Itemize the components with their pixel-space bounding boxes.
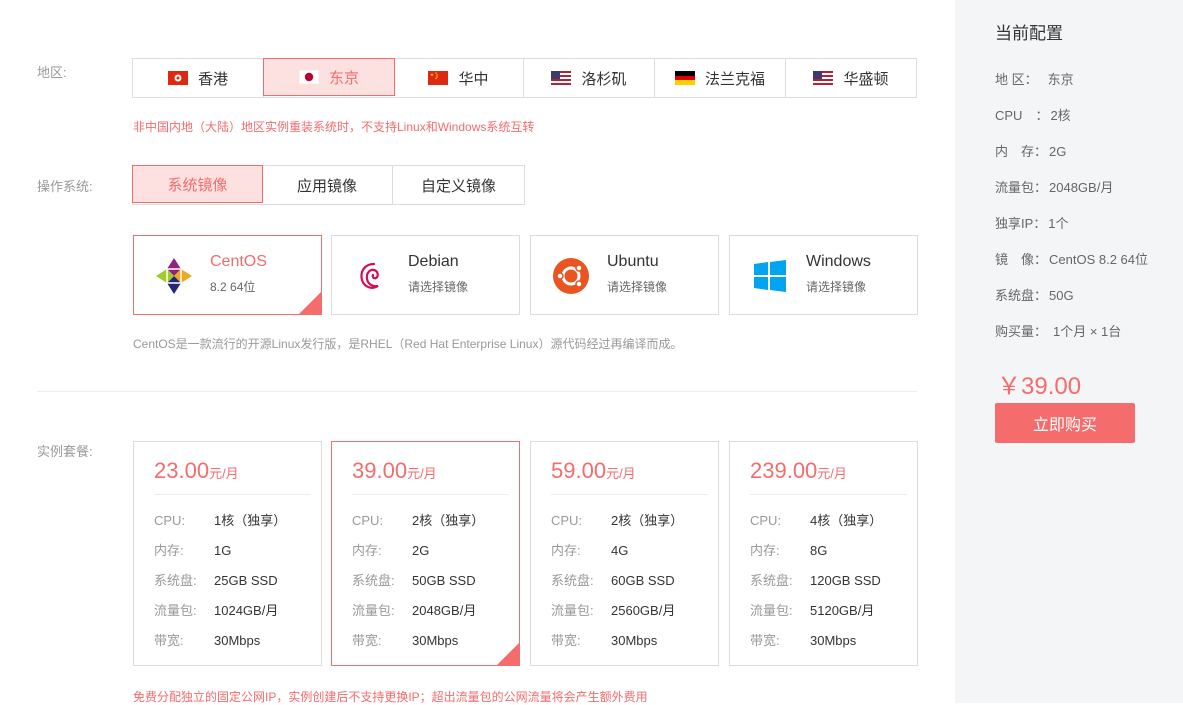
tab-custom-image[interactable]: 自定义镜像 [393, 166, 524, 204]
summary-row-quantity: 购买量： 1个月 × 1台 [995, 324, 1122, 339]
plan-divider [551, 494, 708, 495]
germany-flag-icon [674, 71, 695, 85]
region-option-huazhong[interactable]: 华中 [394, 59, 524, 97]
os-tabs: 系统镜像 应用镜像 自定义镜像 [132, 165, 525, 205]
summary-title: 当前配置 [995, 24, 1063, 43]
plan-traffic: 流量包: 1024GB/月 [154, 603, 279, 618]
os-card-hint: 请选择镜像 [806, 280, 867, 294]
china-flag-icon [428, 71, 449, 85]
plan-divider [154, 494, 311, 495]
plan-disk: 系统盘: 120GB SSD [750, 573, 881, 588]
region-option-label: 东京 [328, 69, 359, 87]
plan-price: 39.00元/月 [352, 458, 437, 483]
plan-traffic: 流量包: 2048GB/月 [352, 603, 477, 618]
windows-icon [750, 256, 790, 296]
plan-cpu: CPU: 4核（独享） [750, 513, 883, 528]
region-label: 地区: [37, 65, 67, 80]
plan-mem: 内存: 1G [154, 543, 232, 558]
plan-price: 23.00元/月 [154, 458, 239, 483]
plan-note: 免费分配独立的固定公网IP，实例创建后不支持更换IP；超出流量包的公网流量将会产… [133, 690, 648, 704]
plan-card[interactable]: 23.00元/月 CPU: 1核（独享） 内存: 1G 系统盘: 25GB SSD 流… [133, 441, 322, 666]
os-card-ubuntu[interactable]: Ubuntu 请选择镜像 [530, 235, 719, 315]
plan-cpu: CPU: 2核（独享） [551, 513, 684, 528]
usa-flag-icon [813, 71, 834, 85]
region-option-label: 香港 [197, 70, 228, 88]
selected-check-icon: ✓ [299, 292, 340, 314]
summary-row-memory: 内 存： 2G [995, 144, 1067, 159]
os-card-version: 8.2 64位 [210, 280, 256, 294]
region-option-tokyo[interactable]: 东京 [263, 58, 395, 96]
summary-row-traffic: 流量包： 2048GB/月 [995, 180, 1114, 195]
region-selector: 香港 东京 华中 洛杉矶 法兰克福 华盛顿 [132, 58, 917, 98]
plan-cpu: CPU: 2核（独享） [352, 513, 485, 528]
tab-app-image[interactable]: 应用镜像 [262, 166, 393, 204]
selected-check-icon: ✓ [497, 643, 538, 665]
plan-card[interactable]: 59.00元/月 CPU: 2核（独享） 内存: 4G 系统盘: 60GB SSD 流… [530, 441, 719, 666]
plan-disk: 系统盘: 25GB SSD [154, 573, 278, 588]
plan-mem: 内存: 4G [551, 543, 629, 558]
os-card-centos[interactable]: CentOS 8.2 64位 ✓ [133, 235, 340, 315]
summary-row-region: 地 区： 东京 [995, 72, 1074, 87]
plan-disk: 系统盘: 50GB SSD [352, 573, 476, 588]
region-option-label: 洛杉矶 [581, 70, 627, 88]
os-card-name: CentOS [210, 253, 267, 270]
region-option-label: 法兰克福 [704, 70, 765, 88]
region-option-losangeles[interactable]: 洛杉矶 [524, 59, 655, 97]
section-divider [37, 391, 917, 392]
ubuntu-icon [551, 256, 591, 296]
plan-bandwidth: 带宽: 30Mbps [750, 633, 857, 648]
region-option-hongkong[interactable]: 香港 [133, 59, 264, 97]
os-card-name: Ubuntu [607, 253, 659, 270]
os-card-hint: 请选择镜像 [607, 280, 668, 294]
os-card-name: Windows [806, 253, 871, 270]
plan-traffic: 流量包: 2560GB/月 [551, 603, 676, 618]
plan-card[interactable]: 239.00元/月 CPU: 4核（独享） 内存: 8G 系统盘: 120GB SSD… [729, 441, 918, 666]
plan-mem: 内存: 2G [352, 543, 430, 558]
plan-mem: 内存: 8G [750, 543, 828, 558]
plan-price: 59.00元/月 [551, 458, 636, 483]
summary-row-image: 镜 像： CentOS 8.2 64位 [995, 252, 1149, 267]
summary-row-disk: 系统盘： 50G [995, 288, 1074, 303]
os-card-windows[interactable]: Windows 请选择镜像 [729, 235, 918, 315]
plan-divider [750, 494, 907, 495]
summary-row-cpu: CPU ： 2核 [995, 108, 1071, 123]
region-note: 非中国内地（大陆）地区实例重装系统时，不支持Linux和Windows系统互转 [133, 120, 535, 134]
hongkong-flag-icon [167, 71, 188, 85]
plan-price: 239.00元/月 [750, 458, 847, 483]
plan-cpu: CPU: 1核（独享） [154, 513, 287, 528]
region-option-washington[interactable]: 华盛顿 [786, 59, 916, 97]
tab-system-image[interactable]: 系统镜像 [132, 165, 263, 203]
os-label: 操作系统: [37, 179, 93, 194]
summary-total-price: ￥39.00 [997, 373, 1082, 400]
summary-row-ip: 独享IP： 1个 [995, 216, 1069, 231]
usa-flag-icon [551, 71, 572, 85]
plan-disk: 系统盘: 60GB SSD [551, 573, 675, 588]
plan-bandwidth: 带宽: 30Mbps [154, 633, 261, 648]
plan-label: 实例套餐: [37, 444, 93, 459]
plan-divider [352, 494, 509, 495]
centos-icon [154, 256, 194, 296]
os-description: CentOS是一款流行的开源Linux发行版，是RHEL（Red Hat Ent… [133, 337, 683, 351]
config-panel: 地区: 香港 东京 华中 洛杉矶 法兰克福 华盛顿 非中国内地（大陆）地区实例重… [0, 0, 955, 704]
os-card-hint: 请选择镜像 [408, 280, 469, 294]
os-card-name: Debian [408, 253, 459, 270]
japan-flag-icon [298, 70, 319, 84]
region-option-frankfurt[interactable]: 法兰克福 [655, 59, 786, 97]
os-card-debian[interactable]: Debian 请选择镜像 [331, 235, 520, 315]
debian-icon [352, 256, 392, 296]
plan-bandwidth: 带宽: 30Mbps [352, 633, 459, 648]
region-option-label: 华盛顿 [843, 70, 889, 88]
summary-panel: 当前配置 地 区： 东京 CPU ： 2核 内 存： 2G 流量包： 2048GB/月 … [955, 0, 1183, 703]
plan-card-selected[interactable]: 39.00元/月 CPU: 2核（独享） 内存: 2G 系统盘: 50GB SSD 流… [331, 441, 538, 666]
region-option-label: 华中 [458, 70, 489, 88]
buy-now-button[interactable]: 立即购买 [995, 403, 1135, 443]
plan-traffic: 流量包: 5120GB/月 [750, 603, 875, 618]
plan-bandwidth: 带宽: 30Mbps [551, 633, 658, 648]
